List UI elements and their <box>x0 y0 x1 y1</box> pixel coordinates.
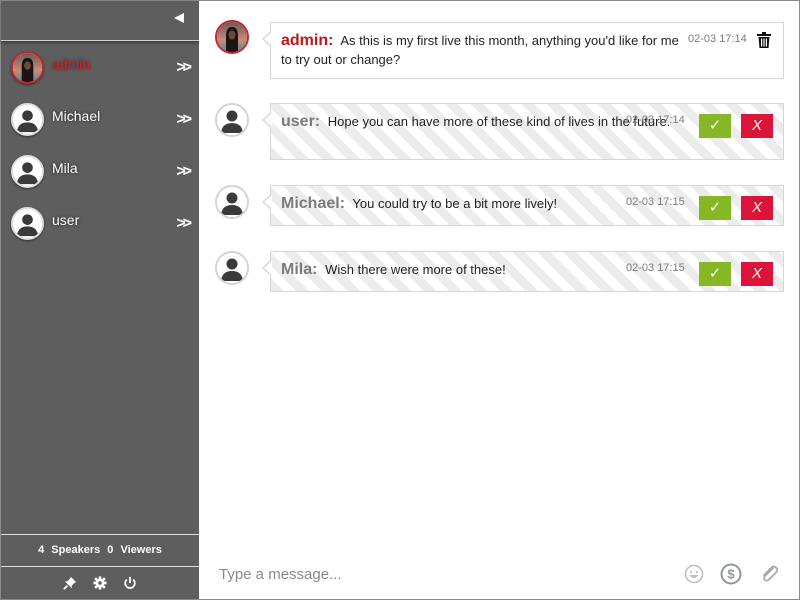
pin-icon <box>63 576 77 590</box>
default-avatar-icon <box>13 209 42 238</box>
default-avatar-icon <box>13 105 42 134</box>
message-text: Hope you can have more of these kind of … <box>327 114 671 129</box>
approve-button[interactable]: ✓ <box>699 262 731 286</box>
power-icon <box>124 576 136 589</box>
default-avatar-icon <box>13 157 42 186</box>
approve-button[interactable]: ✓ <box>699 196 731 220</box>
double-chevron-right-icon[interactable]: >> <box>176 59 192 77</box>
message-author: admin: <box>281 32 334 49</box>
sidebar-header <box>1 1 199 41</box>
message-bubble: user: Hope you can have more of these ki… <box>262 103 784 160</box>
user-item-admin[interactable]: admin >> <box>1 42 199 94</box>
collapse-sidebar-button[interactable] <box>173 11 187 25</box>
message-avatar <box>215 185 249 219</box>
double-chevron-right-icon[interactable]: >> <box>176 163 192 181</box>
reject-button[interactable]: X <box>741 114 773 138</box>
message-author: Michael: <box>281 195 346 212</box>
default-avatar-icon <box>217 253 247 283</box>
power-button[interactable] <box>122 575 138 591</box>
emoji-icon <box>684 564 704 584</box>
message-time: 02-03 17:14 <box>626 114 685 126</box>
avatar <box>11 155 44 188</box>
svg-text:$: $ <box>727 567 735 582</box>
participant-stats: 4 Speakers 0 Viewers <box>1 534 199 567</box>
message-author: Mila: <box>281 261 318 278</box>
sidebar-toolbar <box>1 568 199 598</box>
user-name: admin <box>52 56 91 72</box>
default-avatar-icon <box>217 105 247 135</box>
approve-button[interactable]: ✓ <box>699 114 731 138</box>
message-avatar <box>215 103 249 137</box>
reject-button[interactable]: X <box>741 196 773 220</box>
tip-button[interactable]: $ <box>720 563 742 585</box>
user-name: user <box>52 212 80 228</box>
message-avatar <box>215 251 249 285</box>
double-chevron-right-icon[interactable]: >> <box>176 111 192 129</box>
paperclip-icon <box>763 565 779 582</box>
avatar <box>11 207 44 240</box>
settings-button[interactable] <box>92 575 108 591</box>
user-list: admin >> Michael >> Mila >> user >> <box>1 42 199 250</box>
message-bubble: admin: As this is my first live this mon… <box>262 22 784 79</box>
double-chevron-right-icon[interactable]: >> <box>176 215 192 233</box>
emoji-button[interactable] <box>683 563 705 585</box>
user-item-mila[interactable]: Mila >> <box>1 146 199 198</box>
chat-panel: admin: As this is my first live this mon… <box>199 1 799 599</box>
message-text: As this is my first live this month, any… <box>281 33 679 67</box>
message-text: You could try to be a bit more lively! <box>352 196 558 211</box>
reject-button[interactable]: X <box>741 262 773 286</box>
attach-button[interactable] <box>758 563 780 585</box>
avatar <box>11 51 44 84</box>
sidebar: admin >> Michael >> Mila >> user >> 4 Sp… <box>1 1 199 599</box>
photo-avatar-icon <box>217 22 247 52</box>
avatar <box>11 103 44 136</box>
message-bubble: Mila: Wish there were more of these! 02-… <box>262 251 784 292</box>
message-composer: $ <box>199 551 799 597</box>
speakers-count: 4 <box>38 544 45 556</box>
message-avatar <box>215 20 249 54</box>
delete-message-button[interactable] <box>757 32 771 48</box>
speakers-label: Speakers <box>51 544 101 556</box>
message-author: user: <box>281 113 321 130</box>
message-bubble: Michael: You could try to be a bit more … <box>262 185 784 226</box>
user-item-michael[interactable]: Michael >> <box>1 94 199 146</box>
message-time: 02-03 17:15 <box>626 262 685 274</box>
user-name: Michael <box>52 108 101 124</box>
user-item-user[interactable]: user >> <box>1 198 199 250</box>
triangle-left-icon <box>174 13 184 23</box>
viewers-label: Viewers <box>120 544 162 556</box>
dollar-icon: $ <box>720 563 742 585</box>
pin-button[interactable] <box>62 575 78 591</box>
trash-icon <box>757 32 771 48</box>
user-name: Mila <box>52 160 78 176</box>
default-avatar-icon <box>217 187 247 217</box>
message-text: Wish there were more of these! <box>325 262 506 277</box>
viewers-count: 0 <box>107 544 114 556</box>
message-time: 02-03 17:14 <box>688 33 747 45</box>
photo-avatar-icon <box>13 53 42 82</box>
message-content: admin: As this is my first live this mon… <box>281 31 686 69</box>
message-input[interactable] <box>219 563 659 585</box>
message-time: 02-03 17:15 <box>626 196 685 208</box>
gear-icon <box>93 576 107 590</box>
